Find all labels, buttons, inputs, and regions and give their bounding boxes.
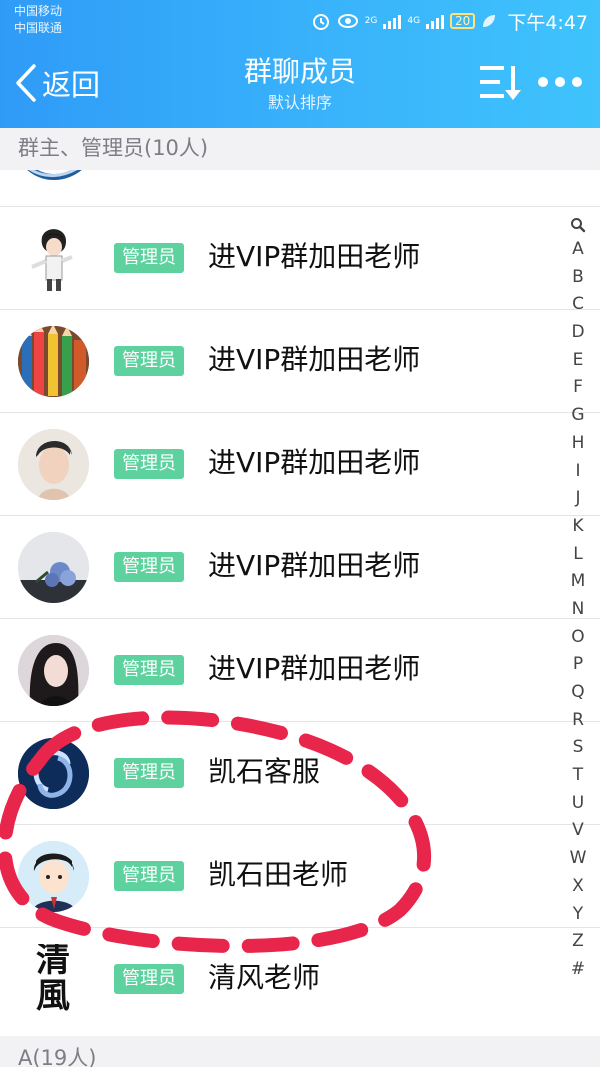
index-search-icon[interactable]	[566, 214, 590, 236]
signal-2-icon	[426, 13, 445, 29]
index-letter[interactable]: A	[566, 236, 590, 264]
role-badge: 管理员	[114, 449, 184, 479]
carrier-2: 中国联通	[14, 21, 63, 35]
network-type-1: 2G	[364, 16, 378, 26]
alphabet-index[interactable]: A B C D E F G H I J K L M N O P Q R S T …	[566, 214, 590, 984]
index-letter[interactable]: U	[566, 790, 590, 818]
avatar	[18, 170, 89, 191]
index-letter[interactable]: L	[566, 541, 590, 569]
avatar	[18, 532, 89, 603]
role-badge: 管理员	[114, 861, 184, 891]
index-letter[interactable]: X	[566, 873, 590, 901]
role-badge: 管理员	[114, 552, 184, 582]
battery-icon: 20	[450, 13, 476, 29]
member-name: 进VIP群加田老师	[208, 652, 421, 685]
sort-icon	[480, 66, 521, 100]
clock: 下午4:47	[507, 11, 588, 34]
logo-calligraphy: 風	[36, 976, 70, 1015]
logo-calligraphy: 清	[36, 944, 70, 980]
avatar	[18, 326, 89, 397]
status-icons: 2G 4G 20 下午4:47	[311, 8, 588, 34]
member-name: 进VIP群加田老师	[208, 549, 421, 582]
role-badge: 管理员	[114, 758, 184, 788]
network-type-2: 4G	[407, 16, 421, 26]
list-item[interactable]: 管理员 进VIP群加田老师	[0, 206, 600, 309]
title-bar: 返回 群聊成员 默认排序	[0, 42, 600, 128]
index-letter[interactable]: Z	[566, 928, 590, 956]
list-item[interactable]: 管理员 进VIP群加田老师	[0, 515, 600, 618]
avatar	[18, 738, 89, 809]
sort-button[interactable]	[478, 62, 524, 104]
index-letter[interactable]: H	[566, 430, 590, 458]
more-dot-icon	[538, 77, 548, 87]
index-letter[interactable]: K	[566, 513, 590, 541]
avatar: 清 風	[18, 944, 89, 1015]
member-name: 进VIP群加田老师	[208, 446, 421, 479]
avatar	[18, 841, 89, 912]
signal-1-icon	[383, 13, 402, 29]
eye-icon	[337, 14, 358, 28]
more-dot-icon	[555, 77, 565, 87]
member-name: 进VIP群加田老师	[208, 240, 421, 273]
index-letter[interactable]: S	[566, 734, 590, 762]
more-dot-icon	[572, 77, 582, 87]
role-badge: 管理员	[114, 655, 184, 685]
index-letter[interactable]: R	[566, 707, 590, 735]
index-letter[interactable]: C	[566, 291, 590, 319]
index-letter[interactable]: N	[566, 596, 590, 624]
index-letter[interactable]: I	[566, 458, 590, 486]
carrier-info: 中国移动 中国联通	[14, 3, 62, 37]
more-button[interactable]	[538, 70, 582, 94]
member-name: 凯石田老师	[208, 858, 349, 891]
index-letter[interactable]: D	[566, 319, 590, 347]
index-letter[interactable]: E	[566, 347, 590, 375]
list-item[interactable]: 清 風 管理员 清风老师	[0, 927, 600, 1030]
role-badge: 管理员	[114, 243, 184, 273]
index-letter[interactable]: O	[566, 624, 590, 652]
section-header-admins: 群主、管理员(10人)	[0, 128, 600, 170]
index-letter[interactable]: G	[566, 402, 590, 430]
role-badge: 管理员	[114, 964, 184, 994]
index-letter[interactable]: J	[566, 485, 590, 513]
list-item[interactable]: 管理员 进VIP群加田老师	[0, 309, 600, 412]
member-name: 凯石客服	[208, 755, 321, 788]
app-header: 中国移动 中国联通 2G 4G 20 下午4:47 返回 群聊成员 默认排序	[0, 0, 600, 128]
index-letter[interactable]: #	[566, 956, 590, 984]
section-header-a: A(19人)	[0, 1036, 600, 1067]
member-name: 清风老师	[208, 961, 321, 994]
avatar	[18, 429, 89, 500]
list-item-partial[interactable]: 管理员	[0, 170, 600, 206]
carrier-1: 中国移动	[14, 4, 63, 18]
list-item[interactable]: 管理员 进VIP群加田老师	[0, 412, 600, 515]
index-letter[interactable]: B	[566, 264, 590, 292]
index-letter[interactable]: V	[566, 817, 590, 845]
list-item[interactable]: 管理员 凯石田老师	[0, 824, 600, 927]
list-item[interactable]: 管理员 进VIP群加田老师	[0, 618, 600, 721]
role-badge: 管理员	[114, 346, 184, 376]
member-list: 管理员 管理员 进VIP群加田老师	[0, 170, 600, 1036]
index-letter[interactable]: Y	[566, 901, 590, 929]
index-letter[interactable]: Q	[566, 679, 590, 707]
avatar	[18, 223, 89, 294]
list-item[interactable]: 管理员 凯石客服	[0, 721, 600, 824]
index-letter[interactable]: M	[566, 568, 590, 596]
index-letter[interactable]: W	[566, 845, 590, 873]
member-name: 进VIP群加田老师	[208, 343, 421, 376]
status-bar: 中国移动 中国联通 2G 4G 20 下午4:47	[0, 0, 600, 42]
index-letter[interactable]: F	[566, 374, 590, 402]
alarm-icon	[312, 14, 329, 30]
index-letter[interactable]: P	[566, 651, 590, 679]
index-letter[interactable]: T	[566, 762, 590, 790]
leaf-icon	[483, 15, 496, 27]
avatar	[18, 635, 89, 706]
